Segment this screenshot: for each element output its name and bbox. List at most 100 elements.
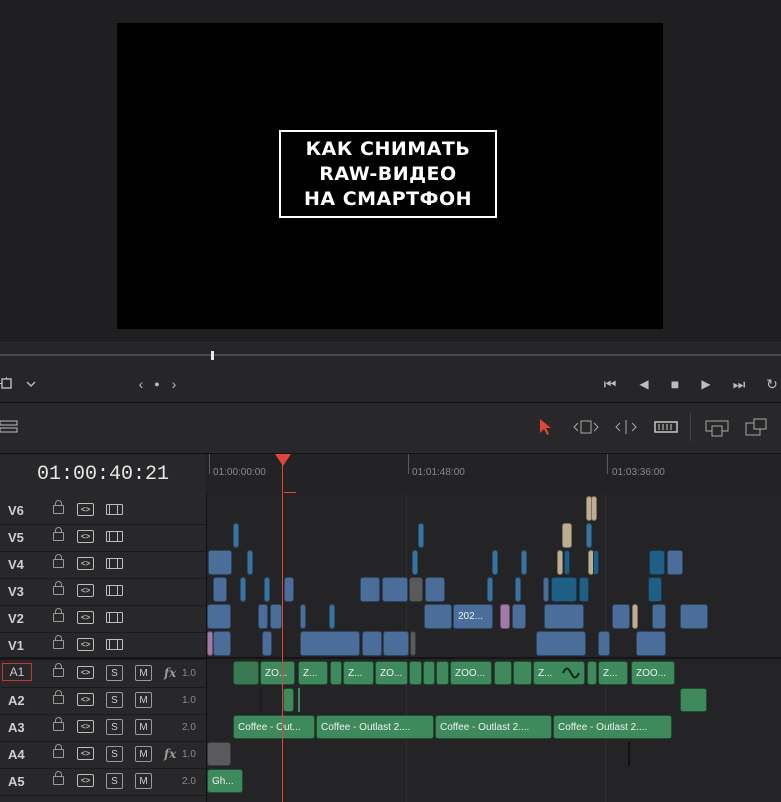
last-frame-button[interactable]: ⏭ [727, 376, 751, 392]
timeline-track-area[interactable] [207, 494, 781, 802]
video-clip[interactable] [591, 496, 597, 521]
video-clip[interactable] [562, 523, 572, 548]
lock-icon[interactable] [53, 554, 64, 568]
video-clip[interactable] [487, 577, 493, 602]
video-clip[interactable] [557, 550, 563, 575]
audio-clip-zoo[interactable]: ZOO... [450, 661, 492, 685]
auto-track-icon[interactable]: <> [77, 747, 94, 760]
crop-tool-icon[interactable] [0, 376, 14, 392]
video-clip[interactable] [207, 604, 231, 629]
video-clip[interactable] [240, 577, 246, 602]
lock-icon[interactable] [53, 690, 64, 704]
video-enable-icon[interactable] [106, 558, 123, 569]
audio-clip-z[interactable]: Z... [343, 661, 374, 685]
lock-icon[interactable] [53, 608, 64, 622]
overwrite-clip-icon[interactable] [744, 417, 770, 437]
chevron-down-icon[interactable] [24, 376, 38, 392]
video-clip[interactable] [500, 604, 510, 629]
video-clip[interactable] [270, 604, 282, 629]
solo-button[interactable]: S [106, 665, 123, 681]
auto-track-icon[interactable]: <> [77, 720, 94, 733]
video-clip[interactable] [233, 523, 239, 548]
track-header-v4[interactable]: V4 <> [0, 551, 206, 579]
video-clip[interactable] [649, 550, 665, 575]
video-enable-icon[interactable] [106, 612, 123, 623]
video-clip[interactable] [409, 577, 423, 602]
timeline-ruler[interactable] [207, 454, 781, 495]
play-reverse-button[interactable]: ◀ [635, 376, 653, 392]
video-clip[interactable] [544, 604, 584, 629]
audio-clip-z[interactable]: Z... [598, 661, 628, 685]
track-header-a5[interactable]: A5 <> S M 2.0 [0, 768, 206, 796]
audio-clip-gh[interactable]: Gh... [207, 769, 243, 793]
blade-edit-icon[interactable] [654, 420, 678, 434]
fx-icon[interactable]: fx [164, 747, 176, 761]
video-enable-icon[interactable] [106, 585, 123, 596]
video-clip[interactable] [360, 577, 380, 602]
audio-clip[interactable] [233, 661, 259, 685]
video-clip[interactable] [382, 577, 408, 602]
video-clip[interactable] [492, 550, 498, 575]
video-clip[interactable] [680, 604, 708, 629]
audio-clip[interactable] [330, 661, 342, 685]
auto-track-icon[interactable]: <> [77, 666, 94, 679]
lock-icon[interactable] [53, 500, 64, 514]
audio-clip[interactable] [494, 661, 512, 685]
audio-clip-zoo[interactable]: ZO... [260, 661, 295, 685]
auto-track-icon[interactable]: <> [77, 693, 94, 706]
solo-button[interactable]: S [106, 692, 123, 708]
video-clip[interactable] [412, 550, 418, 575]
audio-clip-zoo[interactable]: ZO... [375, 661, 408, 685]
video-clip[interactable] [362, 631, 382, 656]
video-clip[interactable] [648, 577, 662, 602]
mute-button[interactable]: M [135, 692, 152, 708]
video-clip-202[interactable]: 202... [453, 604, 493, 629]
video-enable-icon[interactable] [106, 531, 123, 542]
first-frame-button[interactable]: ⏮ [598, 376, 622, 392]
video-clip[interactable] [300, 604, 306, 629]
scrubber-track[interactable] [0, 354, 781, 356]
video-clip[interactable] [579, 577, 589, 602]
video-clip[interactable] [667, 550, 683, 575]
timecode-display[interactable]: 01:00:40:21 [0, 454, 206, 494]
solo-button[interactable]: S [106, 773, 123, 789]
audio-clip-z[interactable]: Z... [298, 661, 328, 685]
play-button[interactable]: ▶ [697, 376, 715, 392]
audio-clip-coffee-outlast[interactable]: Coffee - Outlast 2.... [435, 715, 552, 739]
track-header-a1[interactable]: A1 <> S M fx 1.0 [0, 660, 206, 688]
audio-clip[interactable] [283, 688, 294, 712]
fx-icon[interactable]: fx [164, 666, 176, 680]
video-clip[interactable] [521, 550, 527, 575]
auto-track-icon[interactable]: <> [77, 638, 94, 651]
auto-track-icon[interactable]: <> [77, 557, 94, 570]
video-clip[interactable] [213, 577, 227, 602]
video-clip[interactable] [300, 631, 360, 656]
lock-icon[interactable] [53, 581, 64, 595]
track-header-v6[interactable]: V6 <> [0, 497, 206, 525]
selection-pointer-icon[interactable] [538, 418, 554, 436]
audio-clip[interactable] [436, 661, 449, 685]
mute-button[interactable]: M [135, 773, 152, 789]
track-header-v3[interactable]: V3 <> [0, 578, 206, 606]
audio-clip[interactable] [207, 742, 231, 766]
track-header-a2[interactable]: A2 <> S M 1.0 [0, 687, 206, 715]
audio-clip[interactable] [298, 688, 300, 712]
video-clip[interactable] [512, 604, 526, 629]
solo-button[interactable]: S [106, 719, 123, 735]
scrubber-handle[interactable] [211, 351, 214, 360]
lock-icon[interactable] [53, 527, 64, 541]
audio-clip[interactable] [260, 688, 262, 712]
lock-icon[interactable] [53, 744, 64, 758]
lock-icon[interactable] [53, 663, 64, 677]
video-clip[interactable] [564, 550, 570, 575]
video-clip[interactable] [598, 631, 610, 656]
video-clip[interactable] [264, 577, 270, 602]
audio-clip[interactable] [513, 661, 532, 685]
audio-clip-coffee-outlast[interactable]: Coffee - Outlast 2.... [553, 715, 672, 739]
insert-clip-icon[interactable] [702, 418, 732, 438]
video-clip[interactable] [425, 577, 445, 602]
video-clip[interactable] [383, 631, 409, 656]
next-nav-button[interactable]: › [168, 376, 180, 392]
video-clip[interactable] [258, 604, 268, 629]
lock-icon[interactable] [53, 717, 64, 731]
